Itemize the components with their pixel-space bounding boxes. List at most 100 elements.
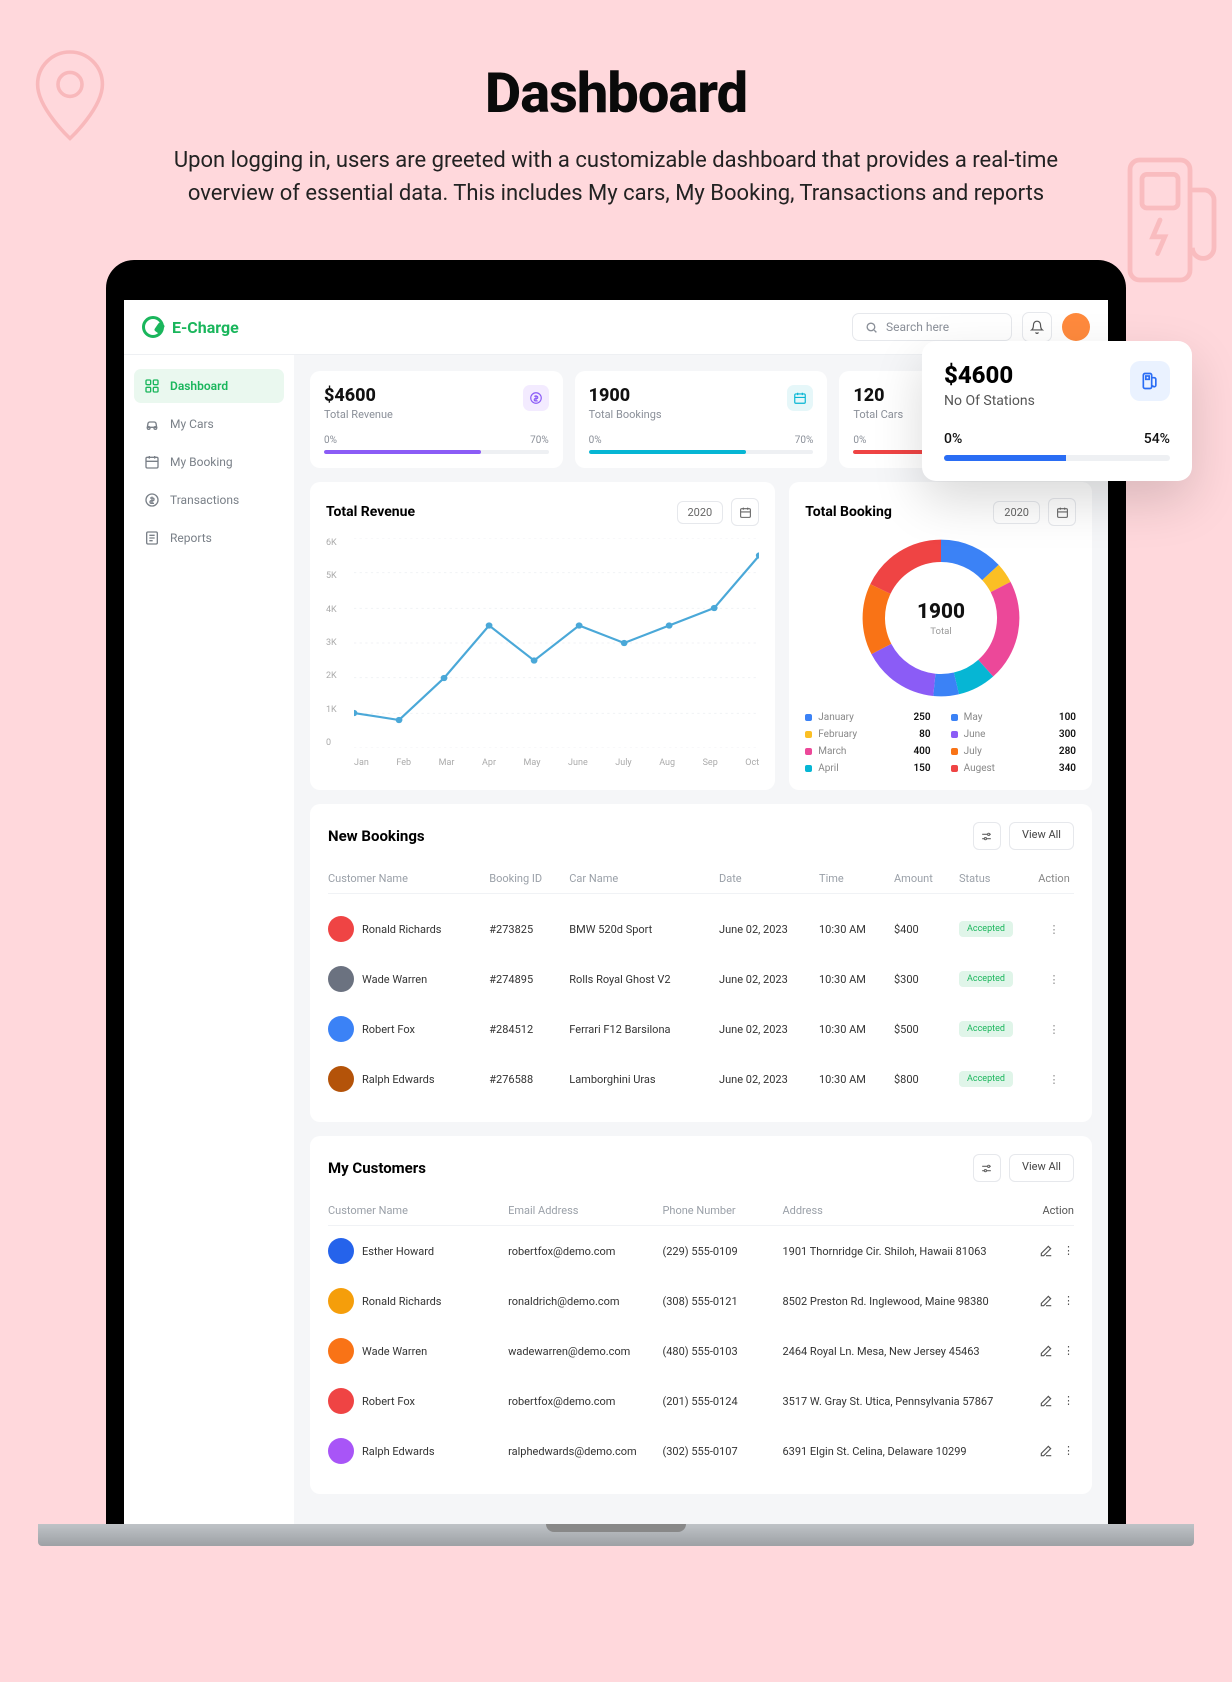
stat-value: 120 [853,385,903,406]
legend-item: April150 [805,763,930,774]
stat-label: Total Cars [853,408,903,421]
nav-icon [144,492,160,508]
sidebar: Dashboard My Cars My Booking Transactions Re… [124,355,294,1524]
notifications-button[interactable] [1022,312,1052,342]
legend-item: January250 [805,712,930,723]
booking-date: June 02, 2023 [719,973,819,986]
booking-chart-title: Total Booking [805,504,892,520]
customers-filter-button[interactable] [973,1154,1001,1182]
table-row: Ronald Richards#273825BMW 520d SportJune… [328,904,1074,954]
nav-label: Reports [170,531,212,545]
search-input[interactable]: Search here [852,313,1012,341]
edit-button[interactable] [1039,1294,1053,1308]
customer-address: 3517 W. Gray St. Utica, Pennsylvania 578… [782,1395,1014,1408]
brand-name: E-Charge [172,318,239,337]
booking-donut-chart: 1900 Total [805,538,1076,698]
row-menu-button[interactable]: ⋮ [1063,1244,1074,1258]
customer-name: Ralph Edwards [362,1073,435,1086]
stations-pct-high: 54% [1144,431,1170,447]
row-menu-button[interactable]: ⋮ [1063,1344,1074,1358]
booking-calendar-button[interactable] [1048,498,1076,526]
row-menu-button[interactable]: ⋮ [1034,1073,1074,1086]
revenue-year-select[interactable]: 2020 [677,501,724,524]
customer-address: 2464 Royal Ln. Mesa, New Jersey 45463 [782,1345,1014,1358]
customer-address: 6391 Elgin St. Celina, Delaware 10299 [782,1445,1014,1458]
nav-label: My Cars [170,417,214,431]
car-name: Lamborghini Uras [569,1073,719,1086]
table-row: Ronald Richardsronaldrich@demo.com(308) … [328,1276,1074,1326]
booking-time: 10:30 AM [819,1023,894,1036]
avatar [328,1288,354,1314]
car-name: Ferrari F12 Barsilona [569,1023,719,1036]
stat-card-calendar: 1900Total Bookings0%70% [575,371,828,468]
customer-name: Robert Fox [362,1395,415,1408]
row-menu-button[interactable]: ⋮ [1063,1394,1074,1408]
donut-value: 1900 [917,600,965,624]
customer-name: Wade Warren [362,973,427,986]
booking-time: 10:30 AM [819,973,894,986]
status-badge: Accepted [959,971,1013,987]
calendar-icon [739,506,752,519]
edit-button[interactable] [1039,1444,1053,1458]
status-badge: Accepted [959,1071,1013,1087]
logo-mark-icon [142,316,164,338]
nav-label: Dashboard [170,379,228,393]
row-menu-button[interactable]: ⋮ [1034,1023,1074,1036]
row-menu-button[interactable]: ⋮ [1034,923,1074,936]
sidebar-item-my-booking[interactable]: My Booking [134,445,284,479]
bg-pin-icon [10,40,130,160]
booking-id: #276588 [489,1073,569,1086]
booking-year-select[interactable]: 2020 [993,501,1040,524]
user-avatar[interactable] [1062,313,1090,341]
row-menu-button[interactable]: ⋮ [1063,1444,1074,1458]
stat-value: 1900 [589,385,662,406]
bookings-table-header: Customer Name Booking ID Car Name Date T… [328,864,1074,894]
row-menu-button[interactable]: ⋮ [1034,973,1074,986]
car-name: BMW 520d Sport [569,923,719,936]
edit-icon [1039,1394,1053,1408]
sidebar-item-reports[interactable]: Reports [134,521,284,555]
booking-chart-card: Total Booking 2020 [789,482,1092,790]
row-menu-button[interactable]: ⋮ [1063,1294,1074,1308]
donut-label: Total [930,626,951,637]
customer-name: Wade Warren [362,1345,427,1358]
bookings-viewall-button[interactable]: View All [1009,822,1074,850]
table-row: Robert Foxrobertfox@demo.com(201) 555-01… [328,1376,1074,1426]
search-placeholder: Search here [886,320,949,334]
booking-amount: $300 [894,973,959,986]
edit-icon [1039,1244,1053,1258]
edit-button[interactable] [1039,1344,1053,1358]
customer-phone: (201) 555-0124 [662,1395,782,1408]
dollar-icon [523,385,549,411]
sliders-icon [980,830,993,843]
booking-date: June 02, 2023 [719,1073,819,1086]
booking-amount: $500 [894,1023,959,1036]
edit-button[interactable] [1039,1244,1053,1258]
station-icon [1130,361,1170,401]
edit-button[interactable] [1039,1394,1053,1408]
avatar [328,1438,354,1464]
customers-viewall-button[interactable]: View All [1009,1154,1074,1182]
table-row: Ralph Edwards #276588Lamborghini UrasJune… [328,1054,1074,1104]
avatar [328,1066,354,1092]
nav-icon [144,530,160,546]
customer-phone: (480) 555-0103 [662,1345,782,1358]
edit-icon [1039,1344,1053,1358]
table-row: Wade Warren#274895Rolls Royal Ghost V2Ju… [328,954,1074,1004]
edit-icon [1039,1444,1053,1458]
bookings-filter-button[interactable] [973,822,1001,850]
edit-icon [1039,1294,1053,1308]
bg-station-icon [1112,130,1232,310]
customers-table-header: Customer Name Email Address Phone Number… [328,1196,1074,1226]
booking-id: #273825 [489,923,569,936]
avatar [328,1238,354,1264]
sidebar-item-dashboard[interactable]: Dashboard [134,369,284,403]
booking-amount: $800 [894,1073,959,1086]
customer-email: ronaldrich@demo.com [508,1295,662,1308]
brand-logo[interactable]: E-Charge [142,316,239,338]
sidebar-item-my-cars[interactable]: My Cars [134,407,284,441]
sidebar-item-transactions[interactable]: Transactions [134,483,284,517]
stat-label: Total Revenue [324,408,393,421]
revenue-calendar-button[interactable] [731,498,759,526]
revenue-chart-card: Total Revenue 2020 6K5K4K3K2K1K0 [310,482,775,790]
